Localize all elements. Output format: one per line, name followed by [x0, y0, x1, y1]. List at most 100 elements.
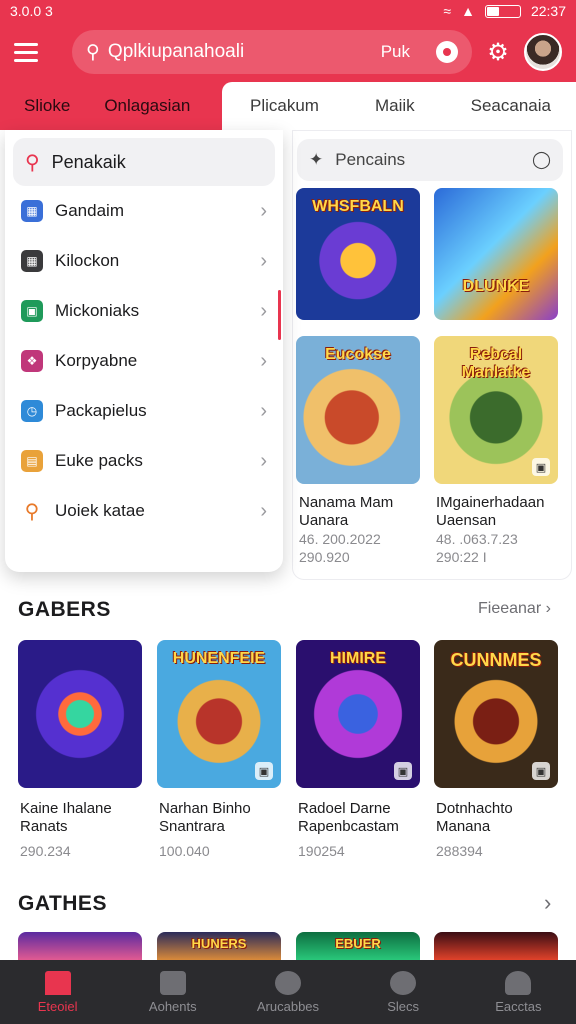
drawer-search-label: Penakaik	[51, 151, 126, 172]
card-subtitle: Uanara	[299, 512, 349, 529]
search-icon: ⚲	[25, 151, 40, 174]
card-title: Narhan Binho	[159, 800, 251, 817]
drawer-item[interactable]: ▤ Euke packs ›	[13, 436, 275, 486]
box-icon: ▤	[21, 450, 43, 472]
card-meta: 288394	[436, 843, 483, 859]
status-time-right: 22:37	[530, 3, 566, 19]
nav-arcade[interactable]: Arucabbes	[238, 970, 338, 1014]
clock-icon: ◷	[21, 400, 43, 422]
card-subtitle: Ranats	[20, 818, 68, 835]
see-more-link[interactable]: Fieeanar ›	[478, 600, 551, 618]
game-card-art[interactable]: Rebcal Manlatke ▣	[434, 336, 558, 484]
badge-icon: ▣	[532, 762, 550, 780]
card-meta: 290.234	[20, 843, 71, 859]
card-caption[interactable]: Nanama Mam Uanara 46. 200.2022 290.920	[299, 494, 429, 566]
chevron-right-icon: ›	[260, 199, 267, 222]
drawer-item[interactable]: ⚲ Uoiek katae ›	[13, 486, 275, 536]
search-extra-label: Puk	[380, 42, 410, 61]
card-title: Dotnhachto	[436, 800, 513, 817]
category-drawer: ⚲ Penakaik ▦ Gandaim › ▦ Kilockon › ▣ Mi…	[5, 130, 283, 572]
nav-search[interactable]: Slecs	[353, 970, 453, 1014]
person-icon	[505, 970, 532, 995]
game-card-art[interactable]	[434, 932, 558, 960]
nav-label: Slecs	[387, 998, 420, 1014]
tab-0[interactable]: Slioke	[0, 82, 94, 130]
card-meta: 290.920	[299, 549, 350, 565]
card-title: Radoel Darne	[298, 800, 391, 817]
game-card-art[interactable]: EBUER	[296, 932, 420, 960]
card-caption[interactable]: Dotnhachto Manana 288394	[436, 800, 566, 860]
panel-search-label: Pencains	[335, 150, 406, 169]
card-banner: CUNNMES	[450, 650, 542, 670]
signal-icon: ▲	[461, 3, 475, 19]
menu-icon[interactable]	[14, 36, 46, 68]
nav-home[interactable]: Eteoiel	[8, 970, 108, 1014]
see-more-label: Fieeanar	[478, 600, 542, 617]
chevron-right-icon: ›	[260, 449, 267, 472]
card-subtitle: Uaensan	[436, 512, 497, 529]
search-input[interactable]: Qplkiupanahoali	[108, 41, 373, 63]
card-caption[interactable]: Kaine Ihalane Ranats 290.234	[20, 800, 150, 860]
card-banner: WHSFBALN	[312, 198, 404, 215]
drawer-item[interactable]: ❖ Korpyabne ›	[13, 336, 275, 386]
section-title: GABERS	[18, 598, 111, 621]
tab-3[interactable]: Maiik	[347, 82, 443, 130]
status-time-left: 3.0.0 3	[10, 3, 53, 19]
chevron-right-icon: ›	[260, 249, 267, 272]
nav-label: Aohents	[148, 998, 197, 1014]
tab-4[interactable]: Seacanaia	[443, 82, 576, 130]
drawer-scroll-indicator[interactable]	[278, 290, 281, 340]
drawer-item-label: Gandaim	[55, 201, 124, 220]
card-caption[interactable]: Narhan Binho Snantrara 100.040	[159, 800, 289, 860]
refresh-icon[interactable]: ◯	[532, 150, 551, 170]
game-card-art[interactable]	[18, 932, 142, 960]
card-banner: DLUNKE	[462, 278, 530, 295]
game-card-art[interactable]: HIMIRE ▣	[296, 640, 420, 788]
drawer-item-label: Kilockon	[55, 251, 120, 270]
settings-gear-icon[interactable]: ⚙	[484, 38, 512, 66]
game-card-art[interactable]: DLUNKE	[434, 188, 558, 320]
tab-2[interactable]: Plicakum	[222, 82, 347, 130]
card-title: Nanama Mam	[299, 494, 394, 511]
nav-label: Eacctas	[495, 998, 542, 1014]
drawer-item-label: Uoiek katae	[55, 501, 145, 520]
card-meta: 190254	[298, 843, 345, 859]
drawer-item-label: Euke packs	[55, 451, 143, 470]
chevron-right-icon: ›	[260, 349, 267, 372]
chevron-right-icon[interactable]: ›	[544, 890, 551, 916]
tab-1[interactable]: Onlagasian	[94, 82, 214, 130]
badge-icon: ▣	[532, 458, 550, 476]
game-card-art[interactable]: HUNERS	[157, 932, 281, 960]
drawer-item[interactable]: ▣ Mickoniaks ›	[13, 286, 275, 336]
drawer-item[interactable]: ▦ Kilockon ›	[13, 236, 275, 286]
chevron-right-icon: ›	[260, 499, 267, 522]
game-card-art[interactable]	[18, 640, 142, 788]
panel-search-bar[interactable]: ✦ Pencains ◯	[297, 139, 563, 181]
card-caption[interactable]: IMgainerhadaan Uaensan 48. .063.7.23 290…	[436, 494, 566, 566]
chevron-right-icon: ›	[545, 600, 551, 617]
card-subtitle: Snantrara	[159, 818, 225, 835]
card-banner: HIMIRE	[330, 650, 386, 667]
grid-icon	[159, 970, 186, 995]
card-banner: HUNERS	[191, 936, 247, 951]
drawer-search[interactable]: ⚲ Penakaik	[13, 138, 275, 186]
bottom-navigation: Eteoiel Aohents Arucabbes Slecs Eacctas	[0, 960, 576, 1024]
card-meta: 290:22 I	[436, 549, 487, 565]
card-title: IMgainerhadaan	[436, 494, 545, 511]
drawer-item[interactable]: ▦ Gandaim ›	[13, 186, 275, 236]
card-caption[interactable]: Radoel Darne Rapenbcastam 190254	[298, 800, 428, 860]
game-card-art[interactable]: WHSFBALN	[296, 188, 420, 320]
game-card-art[interactable]: Eucokse	[296, 336, 420, 484]
drawer-item-label: Mickoniaks	[55, 301, 140, 320]
tag-icon: ✦	[309, 150, 324, 169]
drawer-item[interactable]: ◷ Packapielus ›	[13, 386, 275, 436]
nav-apps[interactable]: Aohents	[123, 970, 223, 1014]
nav-account[interactable]: Eacctas	[468, 970, 568, 1014]
camera-icon[interactable]	[436, 41, 458, 63]
game-card-art[interactable]: HUNENFEIE ▣	[157, 640, 281, 788]
status-bar: 3.0.0 3 ≈ ▲ 22:37	[0, 0, 576, 22]
card-banner: HUNENFEIE	[172, 650, 266, 667]
avatar[interactable]	[524, 33, 562, 71]
search-bar[interactable]: ⚲ Qplkiupanahoali Puk	[72, 30, 472, 74]
game-card-art[interactable]: CUNNMES ▣	[434, 640, 558, 788]
